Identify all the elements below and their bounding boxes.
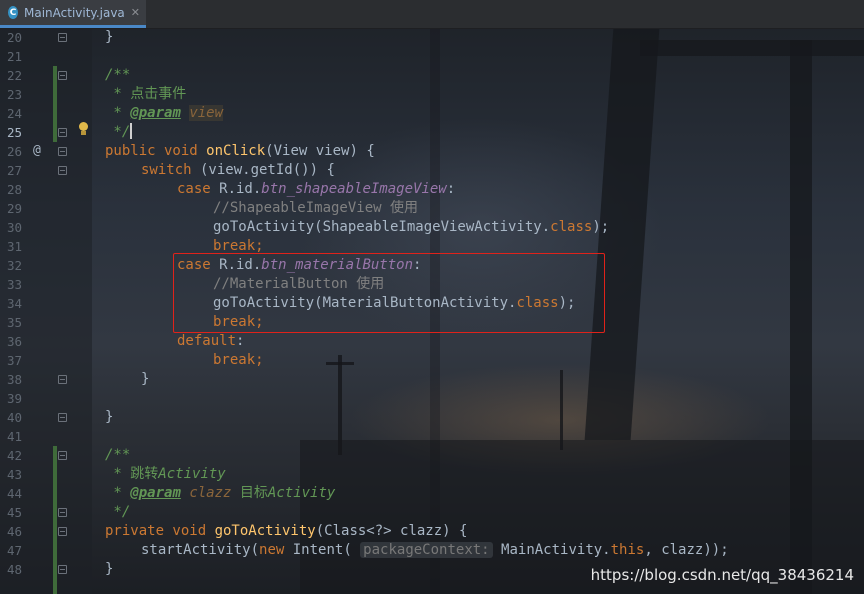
line-number[interactable]: 32 [0, 256, 22, 275]
line-number[interactable]: 27 [0, 161, 22, 180]
code-line-46: private void goToActivity(Class<?> clazz… [105, 523, 468, 539]
fold-marker-icon[interactable] [58, 565, 67, 574]
line-number[interactable]: 21 [0, 47, 22, 66]
line-number[interactable]: 47 [0, 541, 22, 560]
code-line-24: * @param view [105, 105, 224, 121]
code-line-23: * 点击事件 [105, 86, 187, 102]
line-number[interactable]: 24 [0, 104, 22, 123]
parameter-hint: packageContext: [360, 542, 493, 558]
editor-tab-bar: C MainActivity.java ✕ [0, 0, 864, 29]
line-number[interactable]: 46 [0, 522, 22, 541]
line-number[interactable]: 28 [0, 180, 22, 199]
tab-label: MainActivity.java [24, 5, 125, 20]
java-class-icon: C [8, 6, 18, 19]
lightbulb-icon[interactable] [78, 122, 88, 136]
line-number[interactable]: 36 [0, 332, 22, 351]
code-line-38: } [141, 371, 150, 387]
text-caret [130, 123, 133, 139]
line-number[interactable]: 42 [0, 446, 22, 465]
code-line-36: default: [177, 333, 245, 349]
fold-marker-icon[interactable] [58, 71, 67, 80]
line-number[interactable]: 40 [0, 408, 22, 427]
line-number[interactable]: 29 [0, 199, 22, 218]
watermark-text: https://blog.csdn.net/qq_38436214 [590, 566, 854, 584]
line-number[interactable]: 20 [0, 28, 22, 47]
fold-marker-icon[interactable] [58, 375, 67, 384]
code-line-40: } [105, 409, 114, 425]
code-line-29: //ShapeableImageView 使用 [213, 200, 419, 216]
fold-marker-icon[interactable] [58, 451, 67, 460]
code-line-28: case R.id.btn_shapeableImageView: [177, 181, 456, 197]
line-number[interactable]: 44 [0, 484, 22, 503]
code-line-25: */ [105, 123, 133, 140]
code-line-42: /** [105, 447, 131, 463]
line-number[interactable]: 22 [0, 66, 22, 85]
fold-marker-icon[interactable] [58, 413, 67, 422]
code-line-37: break; [213, 352, 264, 368]
code-line-20: } [105, 29, 114, 45]
line-number[interactable]: 38 [0, 370, 22, 389]
fold-marker-icon[interactable] [58, 166, 67, 175]
code-line-26: public void onClick(View view) { [105, 143, 375, 159]
fold-marker-icon[interactable] [58, 33, 67, 42]
code-line-48: } [105, 561, 114, 577]
code-line-44: * @param clazz 目标Activity [105, 485, 336, 501]
line-number[interactable]: 26 [0, 142, 22, 161]
code-line-47: startActivity(new Intent( packageContext… [141, 542, 729, 558]
line-number[interactable]: 43 [0, 465, 22, 484]
fold-marker-icon[interactable] [58, 508, 67, 517]
fold-marker-icon[interactable] [58, 147, 67, 156]
annotation-highlight-box [173, 253, 605, 333]
code-line-45: */ [105, 504, 131, 520]
line-number[interactable]: 37 [0, 351, 22, 370]
code-line-43: * 跳转Activity [105, 466, 226, 482]
line-number[interactable]: 39 [0, 389, 22, 408]
line-number[interactable]: 48 [0, 560, 22, 579]
vcs-change-marker[interactable] [53, 66, 57, 142]
override-marker-icon[interactable]: @ [33, 143, 41, 158]
line-number[interactable]: 25 [0, 123, 22, 142]
tab-mainactivity-java[interactable]: C MainActivity.java ✕ [0, 0, 146, 28]
code-line-27: switch (view.getId()) { [141, 162, 335, 178]
code-line-22: /** [105, 67, 131, 83]
code-line-30: goToActivity(ShapeableImageViewActivity.… [213, 219, 610, 235]
close-icon[interactable]: ✕ [131, 6, 140, 19]
line-number[interactable]: 33 [0, 275, 22, 294]
line-number[interactable]: 30 [0, 218, 22, 237]
line-number[interactable]: 35 [0, 313, 22, 332]
fold-marker-icon[interactable] [58, 527, 67, 536]
line-number[interactable]: 23 [0, 85, 22, 104]
line-number[interactable]: 41 [0, 427, 22, 446]
vcs-change-marker[interactable] [53, 446, 57, 594]
line-number[interactable]: 31 [0, 237, 22, 256]
line-number[interactable]: 34 [0, 294, 22, 313]
line-number[interactable]: 45 [0, 503, 22, 522]
fold-marker-icon[interactable] [58, 128, 67, 137]
